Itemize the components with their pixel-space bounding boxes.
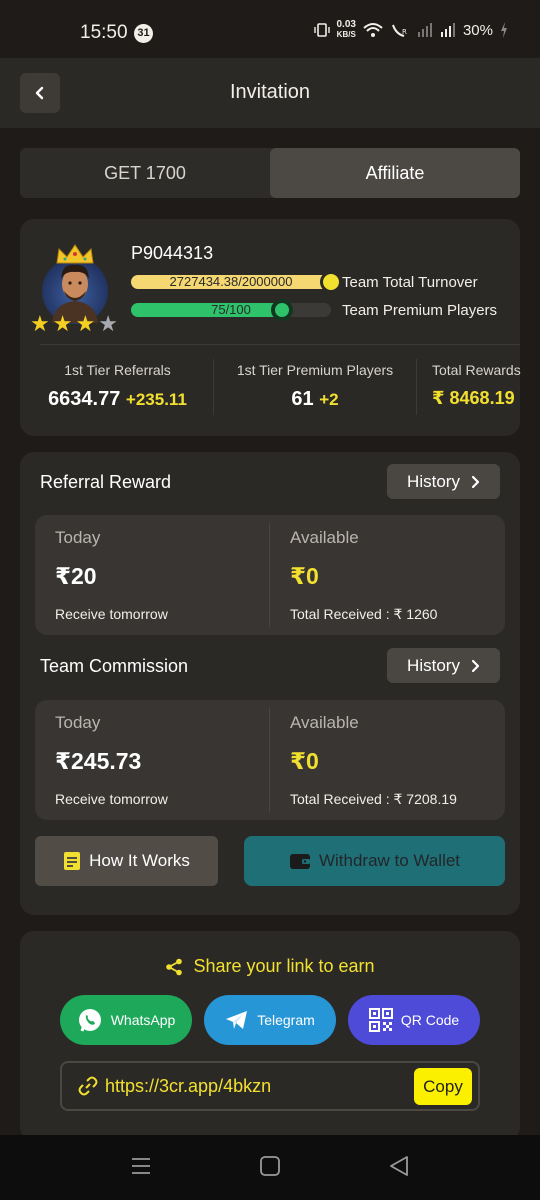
username: P9044313: [131, 243, 214, 263]
premium-knob: [271, 299, 293, 321]
copy-button[interactable]: Copy: [414, 1068, 472, 1105]
referral-link-text: https://3cr.app/4bkzn: [105, 1076, 272, 1096]
charging-icon: [501, 22, 507, 38]
referral-history-button[interactable]: History: [387, 464, 500, 499]
commission-available: Available ₹0 Total Received : ₹ 7208.19: [290, 713, 457, 807]
signal-icon: [440, 23, 455, 37]
system-nav-bar: [0, 1135, 540, 1200]
profile-card: ★ ★ ★ ★ P9044313 2727434.38/2000000 Team…: [20, 219, 521, 436]
stat-total-rewards: Total Rewards ₹ 8468.19: [432, 362, 521, 408]
link-icon: [78, 1076, 98, 1096]
star-icon: ★: [30, 311, 50, 336]
rank-stars: ★ ★ ★ ★: [30, 313, 118, 335]
referral-today: Today ₹20 Receive tomorrow: [55, 528, 168, 622]
net-speed: 0.03 KB/S: [336, 19, 356, 40]
referral-reward-title: Referral Reward: [40, 472, 172, 492]
premium-progress-text: 75/100: [211, 302, 251, 317]
turnover-label: Team Total Turnover: [342, 274, 478, 291]
referral-available: Available ₹0 Total Received : ₹ 1260: [290, 528, 438, 622]
share-qr-button[interactable]: QR Code: [348, 995, 480, 1045]
referral-reward-box: Today ₹20 Receive tomorrow Available ₹0 …: [35, 515, 505, 635]
divider: [213, 359, 214, 415]
telegram-icon: [226, 1011, 248, 1029]
signal-off-icon: [417, 23, 432, 37]
tab-get-1700[interactable]: GET 1700: [20, 148, 270, 198]
divider: [40, 344, 520, 345]
menu-icon[interactable]: [130, 1155, 152, 1177]
referral-link-field[interactable]: https://3cr.app/4bkzn Copy: [60, 1061, 480, 1111]
chevron-right-icon: [471, 659, 480, 672]
premium-label: Team Premium Players: [342, 302, 498, 319]
status-time: 15:50: [80, 22, 128, 43]
battery-level: 30%: [462, 21, 493, 39]
turnover-progress-bar: 2727434.38/2000000: [131, 271, 342, 293]
wallet-icon: [289, 854, 310, 869]
notification-badge: 31: [134, 24, 153, 43]
share-icon: [166, 958, 183, 975]
team-commission-box: Today ₹245.73 Receive tomorrow Available…: [35, 700, 505, 820]
page-title: Invitation: [229, 81, 311, 103]
premium-progress-bar: 75/100: [131, 299, 331, 321]
stat-first-tier-premium: 1st Tier Premium Players 61 +2: [236, 362, 394, 410]
commission-available-amount: ₹0: [290, 748, 319, 774]
status-icons: 0.03 KB/S R 30%: [313, 19, 509, 40]
vibrate-icon: [313, 23, 330, 37]
referral-today-amount: ₹20: [55, 563, 97, 589]
withdraw-to-wallet-button[interactable]: Withdraw to Wallet: [244, 836, 505, 886]
referral-available-amount: ₹0: [290, 563, 319, 589]
crown-icon: [56, 244, 94, 264]
divider: [416, 359, 417, 415]
stat-first-tier-referrals: 1st Tier Referrals 6634.77 +235.11: [48, 362, 187, 410]
tab-affiliate[interactable]: Affiliate: [270, 148, 520, 198]
svg-text:R: R: [402, 28, 407, 36]
rewards-card: Referral Reward History Today ₹20 Receiv…: [20, 452, 520, 915]
tab-bar: GET 1700 Affiliate: [20, 148, 520, 198]
turnover-knob: [320, 271, 342, 293]
status-bar: 15:50 31 0.03 KB/S R 30%: [0, 0, 540, 58]
share-card: Share your link to earn WhatsApp Telegra…: [20, 931, 520, 1141]
star-icon: ★: [75, 311, 96, 336]
commission-today-amount: ₹245.73: [55, 748, 142, 774]
share-telegram-button[interactable]: Telegram: [204, 995, 336, 1045]
share-title: Share your link to earn: [20, 956, 520, 977]
home-icon[interactable]: [259, 1155, 281, 1177]
star-empty-icon: ★: [98, 311, 118, 336]
note-icon: [64, 852, 81, 870]
star-icon: ★: [52, 311, 73, 336]
back-icon[interactable]: [388, 1155, 410, 1177]
share-whatsapp-button[interactable]: WhatsApp: [60, 995, 192, 1045]
whatsapp-icon: [78, 1009, 101, 1032]
qr-code-icon: [368, 1008, 393, 1032]
how-it-works-button[interactable]: How It Works: [35, 836, 218, 886]
turnover-progress-text: 2727434.38/2000000: [169, 274, 293, 289]
app-header: Invitation: [0, 58, 540, 128]
wifi-icon: [363, 23, 383, 37]
wifi-call-icon: R: [392, 24, 407, 37]
commission-history-button[interactable]: History: [387, 648, 500, 683]
chevron-right-icon: [471, 475, 480, 488]
commission-today: Today ₹245.73 Receive tomorrow: [55, 713, 168, 807]
team-commission-title: Team Commission: [40, 656, 189, 676]
